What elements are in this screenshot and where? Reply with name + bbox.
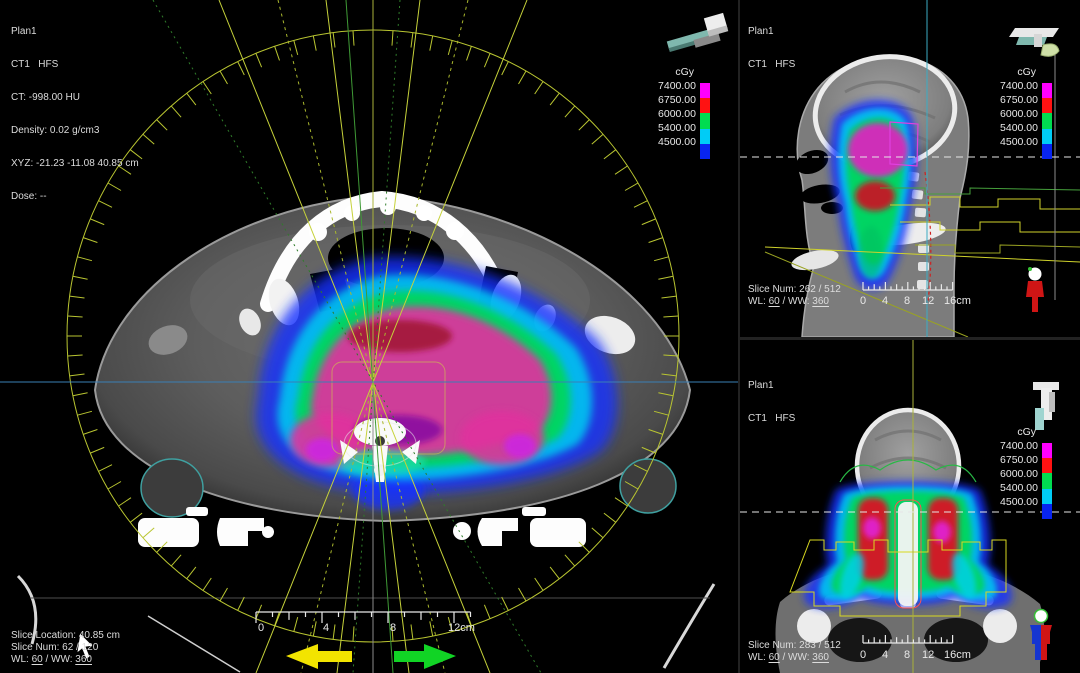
sagittal-info-block: Plan1 CT1 HFS xyxy=(748,4,795,92)
slice-num-label: Slice Num: xyxy=(748,284,796,295)
axial-status-block: Slice Location: 40.85 cm Slice Num: 62 /… xyxy=(11,630,120,666)
tps-screen: 0 4 8 12cm Plan1 CT1 HFS CT: -998.00 HU … xyxy=(0,0,1080,673)
axial-couch-hardware xyxy=(18,507,714,672)
dose-level-values: 7400.00 6750.00 6000.00 5400.00 4500.00 xyxy=(992,79,1038,159)
dose-unit: cGy xyxy=(992,66,1052,79)
wl-label: WL: xyxy=(748,652,766,663)
dose-colorbar xyxy=(1042,83,1052,159)
wl-value[interactable]: 60 xyxy=(32,654,43,665)
ruler-label: 0 xyxy=(258,622,264,634)
ct-value: CT: -998.00 HU xyxy=(11,92,139,103)
slice-location-value: 40.85 cm xyxy=(79,630,120,641)
gantry-arrow-ccw xyxy=(286,644,352,669)
beam-3d-icon[interactable] xyxy=(1025,382,1065,432)
ruler-label: 4 xyxy=(882,295,888,307)
wl-value[interactable]: 60 xyxy=(769,296,780,307)
sagittal-status-block: Slice Num: 262 / 512 WL: 60 / WW: 360 xyxy=(748,284,841,308)
ww-value[interactable]: 360 xyxy=(812,296,829,307)
wl-value[interactable]: 60 xyxy=(769,652,780,663)
ruler-label: 16cm xyxy=(944,649,971,661)
slice-num-value: 262 / 512 xyxy=(799,284,841,295)
ww-value[interactable]: 360 xyxy=(75,654,92,665)
plan-name: Plan1 xyxy=(11,26,139,37)
plan-name: Plan1 xyxy=(748,26,795,37)
plan-name: Plan1 xyxy=(748,380,795,391)
coronal-dose-wash xyxy=(790,460,1012,616)
panel-divider-horizontal[interactable] xyxy=(740,337,1080,340)
coronal-info-block: Plan1 CT1 HFS xyxy=(748,358,795,446)
ruler-label: 12cm xyxy=(448,622,475,634)
dose-legend-axial: cGy 7400.00 6750.00 6000.00 5400.00 4500… xyxy=(650,66,710,159)
dose-legend-coronal: cGy 7400.00 6750.00 6000.00 5400.00 4500… xyxy=(992,426,1052,519)
ruler-label: 12 xyxy=(922,649,934,661)
dose-level-values: 7400.00 6750.00 6000.00 5400.00 4500.00 xyxy=(650,79,696,159)
ruler-label: 4 xyxy=(323,622,329,634)
series-name: CT1 xyxy=(11,59,30,70)
density-value: Density: 0.02 g/cm3 xyxy=(11,125,139,136)
axial-viewport[interactable]: 0 4 8 12cm Plan1 CT1 HFS CT: -998.00 HU … xyxy=(0,0,738,673)
ruler-label: 8 xyxy=(904,295,910,307)
ruler-label: 8 xyxy=(390,622,396,634)
ruler-label: 0 xyxy=(860,649,866,661)
ww-label: WW: xyxy=(51,654,72,665)
ww-label: WW: xyxy=(788,296,809,307)
wl-label: WL: xyxy=(748,296,766,307)
xyz-coordinates: XYZ: -21.23 -11.08 40.85 cm xyxy=(11,158,139,169)
dose-colorbar xyxy=(700,83,710,159)
coronal-status-block: Slice Num: 283 / 512 WL: 60 / WW: 360 xyxy=(748,640,841,664)
series-name: CT1 xyxy=(748,413,767,424)
orientation-label: HFS xyxy=(38,59,58,70)
series-name: CT1 xyxy=(748,59,767,70)
slice-num-label: Slice Num: xyxy=(11,642,59,653)
ruler-label: 0 xyxy=(860,295,866,307)
dose-unit: cGy xyxy=(650,66,710,79)
ww-value[interactable]: 360 xyxy=(812,652,829,663)
ruler-label: 4 xyxy=(882,649,888,661)
gantry-arrow-cw xyxy=(394,644,456,669)
ruler-label: 16cm xyxy=(944,295,971,307)
wl-label: WL: xyxy=(11,654,29,665)
orientation-label: HFS xyxy=(775,413,795,424)
dose-value: Dose: -- xyxy=(11,191,139,202)
orientation-label: HFS xyxy=(775,59,795,70)
axial-ruler xyxy=(256,612,471,623)
slice-num-label: Slice Num: xyxy=(748,640,796,651)
dose-colorbar xyxy=(1042,443,1052,519)
dose-level-values: 7400.00 6750.00 6000.00 5400.00 4500.00 xyxy=(992,439,1038,519)
slice-location-label: Slice Location: xyxy=(11,630,76,641)
ruler-label: 8 xyxy=(904,649,910,661)
slice-num-value: 62 / 120 xyxy=(62,642,98,653)
ww-label: WW: xyxy=(788,652,809,663)
beam-3d-icon[interactable] xyxy=(1005,20,1067,66)
dose-unit: cGy xyxy=(992,426,1052,439)
axial-info-block: Plan1 CT1 HFS CT: -998.00 HU Density: 0.… xyxy=(11,4,139,224)
beam-3d-icon[interactable] xyxy=(662,8,738,56)
slice-num-value: 283 / 512 xyxy=(799,640,841,651)
dose-legend-sagittal: cGy 7400.00 6750.00 6000.00 5400.00 4500… xyxy=(992,66,1052,159)
sagittal-viewport[interactable]: 0 4 8 12 16cm Plan1 CT1 HFS cGy xyxy=(740,0,1080,337)
patient-orientation-icon xyxy=(1026,267,1044,312)
coronal-viewport[interactable]: 0 4 8 12 16cm Plan1 CT1 HFS cGy xyxy=(740,340,1080,673)
ruler-label: 12 xyxy=(922,295,934,307)
